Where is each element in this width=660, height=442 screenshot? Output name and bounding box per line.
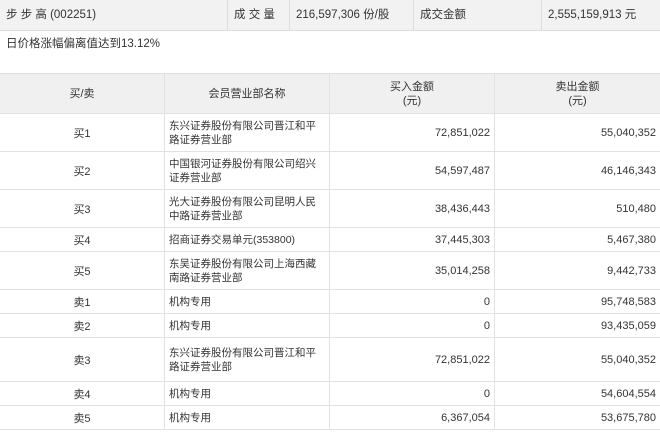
header-side: 买/卖 (0, 74, 165, 113)
row-sell-amount: 93,435,059 (600, 319, 656, 332)
row-member: 东吴证券股份有限公司上海西藏南路证券营业部 (165, 252, 330, 289)
summary-bar: 步 步 高 (002251) 成 交 量 216,597,306 份/股 成交金… (0, 0, 660, 31)
table-row: 卖5 机构专用 6,367,054 53,675,780 (0, 406, 660, 430)
row-buy-amount: 54,597,487 (330, 152, 495, 189)
row-member: 光大证券股份有限公司昆明人民中路证券营业部 (165, 190, 330, 227)
trading-table: 买/卖 会员营业部名称 买入金额 (元) 卖出金额 (元) 买1 东兴证券股份有… (0, 73, 660, 430)
row-buy-amount: 0 (330, 382, 495, 405)
row-side: 买2 (0, 152, 165, 189)
row-member: 东兴证券股份有限公司晋江和平路证券营业部 (165, 114, 330, 151)
header-buy-unit: (元) (402, 94, 422, 107)
row-buy-amount: 72,851,022 (330, 114, 495, 151)
row-sell-amount: 46,146,343 (600, 164, 656, 177)
row-sell-amount: 5,467,380 (607, 233, 656, 246)
row-side: 买5 (0, 252, 165, 289)
table-row: 买5 东吴证券股份有限公司上海西藏南路证券营业部 35,014,258 9,44… (0, 252, 660, 290)
table-header-row: 买/卖 会员营业部名称 买入金额 (元) 卖出金额 (元) (0, 74, 660, 114)
header-buy-amount: 买入金额 (元) (330, 74, 495, 113)
row-sell-amount: 510,480 (616, 202, 656, 215)
row-sell-amount: 53,675,780 (600, 411, 656, 424)
header-member: 会员营业部名称 (165, 74, 330, 113)
row-side: 卖3 (0, 338, 165, 381)
row-member: 东兴证券股份有限公司晋江和平路证券营业部 (165, 338, 330, 381)
row-member: 机构专用 (165, 406, 330, 429)
volume-label: 成 交 量 (228, 0, 290, 30)
row-buy-amount: 0 (330, 314, 495, 337)
table-row: 卖3 东兴证券股份有限公司晋江和平路证券营业部 72,851,022 55,04… (0, 338, 660, 382)
table-row: 卖2 机构专用 0 93,435,059 (0, 314, 660, 338)
row-buy-amount: 35,014,258 (330, 252, 495, 289)
row-sell-amount: 55,040,352 (600, 126, 656, 139)
amount-value: 2,555,159,913 元 (548, 9, 637, 21)
row-side: 卖2 (0, 314, 165, 337)
row-sell-amount: 54,604,554 (600, 387, 656, 400)
stock-name-code: 步 步 高 (002251) (0, 0, 228, 30)
row-side: 买1 (0, 114, 165, 151)
row-buy-amount: 38,436,443 (330, 190, 495, 227)
table-row: 买2 中国银河证券股份有限公司绍兴证券营业部 54,597,487 46,146… (0, 152, 660, 190)
row-sell-amount: 95,748,583 (600, 295, 656, 308)
header-sell-unit: (元) (568, 94, 587, 107)
row-side: 买4 (0, 228, 165, 251)
row-buy-amount: 72,851,022 (330, 338, 495, 381)
row-member: 机构专用 (165, 382, 330, 405)
row-sell-amount: 55,040,352 (600, 353, 656, 366)
row-sell-amount: 9,442,733 (607, 264, 656, 277)
row-member: 中国银河证券股份有限公司绍兴证券营业部 (165, 152, 330, 189)
row-member: 机构专用 (165, 290, 330, 313)
header-sell-label: 卖出金额 (555, 80, 600, 93)
table-row: 买3 光大证券股份有限公司昆明人民中路证券营业部 38,436,443 510,… (0, 190, 660, 228)
row-side: 卖4 (0, 382, 165, 405)
header-buy-label: 买入金额 (390, 80, 434, 93)
row-member: 招商证券交易单元(353800) (165, 228, 330, 251)
row-buy-amount: 6,367,054 (330, 406, 495, 429)
row-buy-amount: 0 (330, 290, 495, 313)
table-row: 买4 招商证券交易单元(353800) 37,445,303 5,467,380 (0, 228, 660, 252)
header-sell-amount: 卖出金额 (元) (495, 74, 660, 113)
row-buy-amount: 37,445,303 (330, 228, 495, 251)
table-row: 卖1 机构专用 0 95,748,583 (0, 290, 660, 314)
deviation-note: 日价格涨幅偏离值达到13.12% (0, 31, 660, 57)
row-side: 卖5 (0, 406, 165, 429)
row-side: 卖1 (0, 290, 165, 313)
volume-value: 216,597,306 份/股 (290, 0, 414, 30)
table-row: 买1 东兴证券股份有限公司晋江和平路证券营业部 72,851,022 55,04… (0, 114, 660, 152)
table-row: 卖4 机构专用 0 54,604,554 (0, 382, 660, 406)
row-side: 买3 (0, 190, 165, 227)
row-member: 机构专用 (165, 314, 330, 337)
amount-label: 成交金额 (414, 0, 542, 30)
